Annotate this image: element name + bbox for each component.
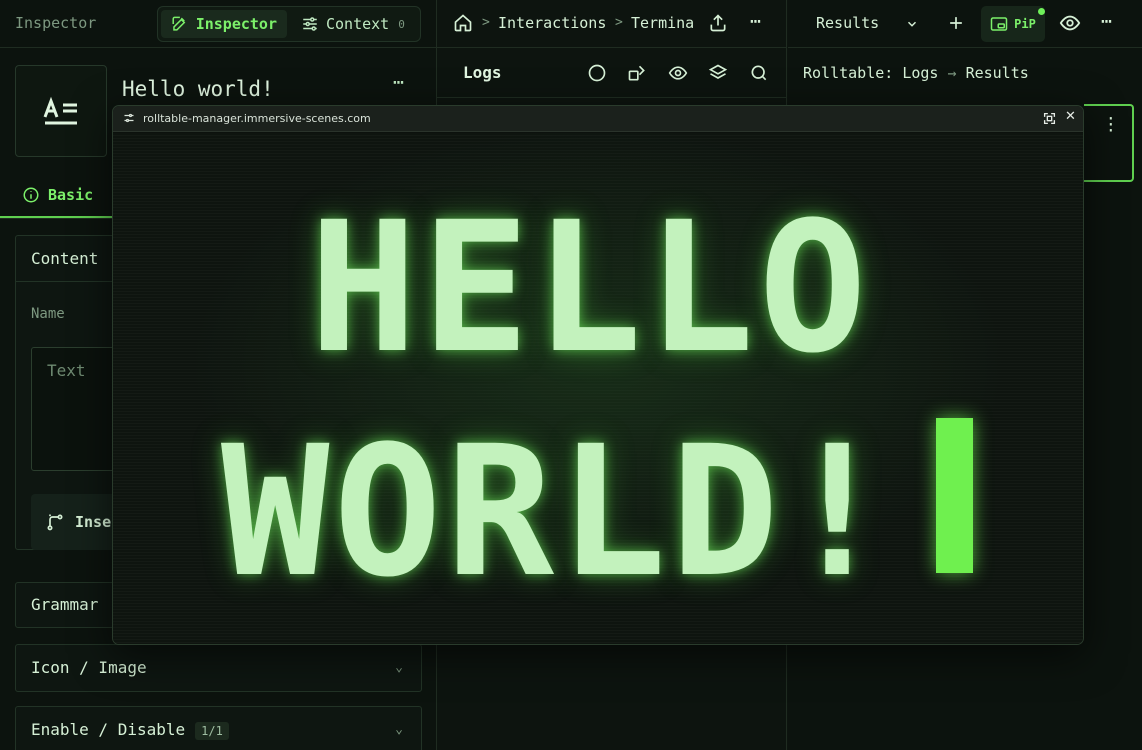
breadcrumb-interactions[interactable]: Interactions <box>498 14 606 32</box>
chevron-down-icon: ⌄ <box>395 722 403 737</box>
shapes-icon[interactable] <box>627 63 647 83</box>
node-more-button[interactable]: ⋯ <box>393 72 405 93</box>
edit-icon <box>172 16 186 31</box>
terminal-line-1: HELLO <box>309 184 871 393</box>
icon-image-section-label: Icon / Image <box>31 658 147 677</box>
tab-basic-label: Basic <box>48 186 94 204</box>
inspector-header: Inspector Inspector Context 0 <box>0 0 437 48</box>
node-title: Hello world! <box>122 77 274 101</box>
chevron-right-icon: > <box>482 15 490 30</box>
results-header: Results PiP ⋯ <box>788 0 1142 48</box>
pip-active-indicator <box>1038 8 1045 15</box>
pip-button-label: PiP <box>1014 17 1036 31</box>
node-avatar[interactable] <box>15 65 107 157</box>
layers-icon[interactable] <box>708 63 728 83</box>
logs-toolbar: Logs <box>437 48 787 98</box>
grammar-section-label: Grammar <box>31 595 99 614</box>
logs-title: Logs <box>463 63 502 82</box>
more-options-button[interactable]: ⋯ <box>1101 11 1112 32</box>
arrow-right-icon: → <box>947 64 957 82</box>
branch-icon <box>47 514 63 531</box>
expand-icon[interactable] <box>1043 112 1056 125</box>
eye-icon[interactable] <box>667 63 689 83</box>
site-settings-icon[interactable] <box>123 112 135 124</box>
home-icon[interactable] <box>453 12 473 34</box>
pip-button[interactable]: PiP <box>981 6 1045 42</box>
breadcrumb: > Interactions > Termina ⋯ <box>437 0 787 48</box>
eye-icon[interactable] <box>1059 12 1081 34</box>
pip-url: rolltable-manager.immersive-scenes.com <box>143 112 371 125</box>
result-more-icon[interactable]: · · · <box>1106 111 1116 139</box>
chevron-right-icon: > <box>615 15 623 30</box>
share-icon[interactable] <box>708 12 728 34</box>
text-align-icon <box>43 96 77 125</box>
tab-basic[interactable]: Basic <box>0 174 112 218</box>
app-root: Inspector Inspector Context 0 Hello worl… <box>0 0 1142 750</box>
enable-count-badge: 1/1 <box>195 722 229 740</box>
insert-button-label: Inse <box>75 513 112 531</box>
breadcrumb-results[interactable]: Results <box>966 64 1029 82</box>
close-icon[interactable]: ✕ <box>1065 109 1076 124</box>
pip-window[interactable]: rolltable-manager.immersive-scenes.com ✕… <box>112 105 1084 645</box>
name-field-label: Name <box>31 306 65 322</box>
pip-titlebar[interactable]: rolltable-manager.immersive-scenes.com ✕ <box>113 106 1083 132</box>
panel-mode-switch: Inspector Context 0 <box>157 6 421 42</box>
pip-icon <box>990 17 1008 31</box>
terminal-display: HELLO WORLD! <box>113 133 1083 644</box>
inspector-tab-button[interactable]: Inspector <box>161 10 287 38</box>
plus-icon[interactable] <box>946 12 966 34</box>
panel-title: Inspector <box>15 14 97 32</box>
search-icon[interactable] <box>749 63 769 83</box>
chevron-down-icon: ⌄ <box>395 660 403 675</box>
more-options-button[interactable]: ⋯ <box>750 11 761 32</box>
context-tab-button[interactable]: Context 0 <box>291 10 419 38</box>
enable-disable-label: Enable / Disable <box>31 720 186 739</box>
sliders-icon <box>303 17 317 31</box>
context-count: 0 <box>398 17 405 31</box>
inspector-tab-label: Inspector <box>195 15 277 33</box>
text-input-placeholder: Text <box>47 361 86 380</box>
breadcrumb-rolltable-logs[interactable]: Rolltable: Logs <box>803 64 938 82</box>
terminal-cursor <box>936 418 973 573</box>
enable-disable-section[interactable]: Enable / Disable 1/1 ⌄ <box>15 706 422 750</box>
icon-image-section[interactable]: Icon / Image ⌄ <box>15 644 422 692</box>
chevron-down-icon[interactable] <box>905 17 919 31</box>
circle-icon[interactable] <box>587 63 607 83</box>
results-select[interactable]: Results <box>816 14 879 32</box>
content-section-label: Content <box>31 249 99 268</box>
context-tab-label: Context <box>326 15 390 33</box>
info-icon <box>23 187 39 203</box>
enable-disable-section-label: Enable / Disable 1/1 <box>31 720 229 740</box>
terminal-line-2: WORLD! <box>221 408 896 617</box>
breadcrumb-terminal[interactable]: Termina <box>631 14 693 32</box>
results-breadcrumb: Rolltable: Logs → Results <box>803 64 1029 82</box>
